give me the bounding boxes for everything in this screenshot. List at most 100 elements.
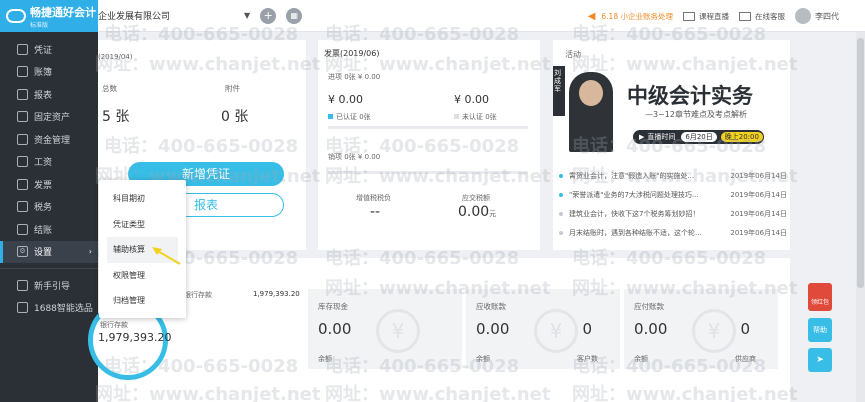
scrollbar[interactable] — [856, 32, 865, 402]
sidebar-item-settings[interactable]: ⚙ 设置 › — [0, 240, 98, 263]
stat-sub: 余额 — [476, 355, 490, 363]
sidebar-item-label: 报表 — [34, 90, 53, 101]
stat-count-label: 客户数 — [577, 355, 598, 363]
uncertified-dot — [454, 114, 459, 119]
stat-card-cash[interactable]: ¥ 库存现金 0.00 余额 — [308, 289, 462, 369]
fund-overview-card: 银行存款 1,979,393.20 ¥ 库存现金 0.00 余额 ¥ 应收账款 … — [98, 258, 790, 402]
input-invoice-line: 进项 0张 ¥ 0.00 — [328, 73, 381, 81]
red-envelope-button[interactable]: 领红包 — [808, 283, 832, 311]
report-icon — [17, 88, 28, 100]
list-item[interactable]: "荣誉派遣"业务的7大涉税问题处理技巧... 2019年06月14日 — [559, 185, 787, 204]
activity-date: 2019年06月14日 — [730, 228, 787, 237]
live-course-link[interactable]: 课程直播 — [683, 11, 729, 22]
online-service-link[interactable]: 在线客服 — [739, 11, 785, 22]
help-button[interactable]: 帮助 — [808, 318, 832, 342]
app-logo[interactable]: 畅捷通好会计 标准版 — [0, 0, 98, 32]
sidebar-item-ledger[interactable]: 账簿 — [0, 61, 98, 84]
stat-sub: 余额 — [634, 355, 648, 363]
menu-item-archive[interactable]: 归档管理 — [99, 288, 186, 314]
list-item[interactable]: 建筑业会计，快收下这7个税务筹划妙招！ 2019年06月14日 — [559, 204, 787, 223]
stat-count: 0 — [740, 320, 750, 338]
bullet-icon — [559, 230, 563, 235]
input-progress-bar — [328, 126, 528, 129]
menu-item-initial-balance[interactable]: 科目期初 — [99, 186, 186, 212]
stat-label: 库存现金 — [318, 302, 348, 311]
annotation-arrow-icon — [152, 247, 181, 265]
settings-icon: ⚙ — [17, 246, 28, 258]
fund-icon — [17, 133, 28, 145]
list-item[interactable]: 霄贺业会计，注意"假造入账"的实施处... 2019年06月14日 — [559, 166, 787, 185]
logo-subtitle: 标准版 — [30, 21, 49, 29]
banner-title: 中级会计实务 — [627, 84, 753, 108]
user-name[interactable]: 李四代 — [815, 11, 839, 22]
ledger-icon — [17, 66, 28, 78]
sidebar-item-voucher[interactable]: 凭证 — [0, 38, 98, 61]
shop-icon — [17, 302, 28, 314]
banner-time: 晚上20:00 — [720, 132, 763, 142]
total-value: 5 张 — [102, 109, 130, 125]
input-amount-right: ¥ 0.00 — [454, 93, 489, 106]
stat-count: 0 — [582, 320, 592, 338]
cloud-logo-icon — [6, 9, 26, 23]
activity-list: 霄贺业会计，注意"假造入账"的实施处... 2019年06月14日 "荣誉派遣"业… — [559, 166, 787, 242]
menu-item-voucher-type[interactable]: 凭证类型 — [99, 212, 186, 238]
activity-text: 月末结账时，遇到各种结账不适，这个轮... — [569, 228, 702, 237]
sidebar-item-label: 资金管理 — [34, 135, 71, 146]
sidebar-divider — [0, 268, 98, 269]
activity-text: "荣誉派遣"业务的7大涉税问题处理技巧... — [569, 190, 699, 199]
scrollbar-thumb[interactable] — [857, 38, 864, 288]
sidebar-item-tax[interactable]: 税务 — [0, 196, 98, 219]
teacher-face — [579, 80, 603, 106]
vat-label: 增值税税负 — [356, 194, 391, 202]
sidebar-item-fund[interactable]: 资金管理 — [0, 128, 98, 151]
avatar[interactable] — [795, 8, 811, 24]
stat-label: 应收账款 — [476, 302, 506, 311]
sidebar-item-label: 发票 — [34, 180, 53, 191]
yen-icon: ¥ — [692, 309, 736, 353]
grid-icon[interactable]: ▦ — [286, 7, 303, 24]
sidebar-item-guide[interactable]: 新手引导 — [0, 274, 98, 297]
sidebar-item-report[interactable]: 报表 — [0, 83, 98, 106]
banner-live-label: 直播时间 — [647, 133, 676, 141]
salary-icon — [17, 156, 28, 168]
add-icon[interactable]: + — [260, 7, 277, 24]
activity-text: 霄贺业会计，注意"假造入账"的实施处... — [569, 171, 695, 180]
stat-card-receivable[interactable]: ¥ 应收账款 0.00 余额 0 客户数 — [466, 289, 620, 369]
voucher-period: (2019/04) — [98, 53, 133, 61]
sidebar-item-closing[interactable]: 结账 — [0, 218, 98, 241]
tax-due-number: 0.00 — [458, 204, 490, 220]
online-service-label: 在线客服 — [755, 11, 785, 21]
closing-icon — [17, 223, 28, 235]
sidebar-item-invoice[interactable]: 发票 — [0, 173, 98, 196]
play-icon: ▶ — [639, 133, 645, 141]
company-selector[interactable]: 企业发展有限公司 — [98, 9, 170, 22]
activity-banner[interactable]: 刘成军 中级会计实务 —3~12章节难点及考点解析 ▶ 直播时间 6月20日 晚… — [553, 66, 790, 154]
notice-link[interactable]: ◀ 6.18 小企业账务处理 — [588, 11, 673, 22]
list-item[interactable]: 月末结账时，遇到各种结账不适，这个轮... 2019年06月14日 — [559, 223, 787, 242]
stat-value: 0.00 — [634, 320, 668, 338]
sidebar-item-asset[interactable]: 固定资产 — [0, 106, 98, 129]
sidebar-item-label: 1688智能选品 — [34, 304, 93, 315]
stat-value: 0.00 — [318, 320, 352, 338]
sidebar-item-salary[interactable]: 工资 — [0, 151, 98, 174]
bank-value: 1,979,393.20 — [98, 331, 172, 344]
bullet-icon — [559, 173, 563, 178]
live-course-label: 课程直播 — [699, 11, 729, 21]
sidebar-item-label: 工资 — [34, 158, 53, 169]
send-icon[interactable]: ➤ — [808, 348, 832, 372]
chevron-down-icon[interactable]: ▼ — [244, 11, 250, 20]
speaker-icon: ◀ — [587, 10, 596, 22]
invoice-icon — [17, 178, 28, 190]
yen-icon: ¥ — [376, 309, 420, 353]
sidebar-item-label: 账簿 — [34, 68, 53, 79]
stat-value: 0.00 — [476, 320, 510, 338]
banner-subtitle: —3~12章节难点及考点解析 — [645, 110, 747, 119]
tax-due-label: 应交税额 — [462, 194, 490, 202]
sidebar-item-1688[interactable]: 1688智能选品 — [0, 297, 98, 320]
bullet-icon — [559, 211, 563, 216]
voucher-icon — [17, 43, 28, 55]
banner-teacher-name: 刘成军 — [554, 69, 561, 93]
tax-icon — [17, 201, 28, 213]
stat-card-payable[interactable]: ¥ 应付账款 0.00 余额 0 供应商 — [624, 289, 778, 369]
bank-label: 银行存款 — [100, 321, 128, 329]
